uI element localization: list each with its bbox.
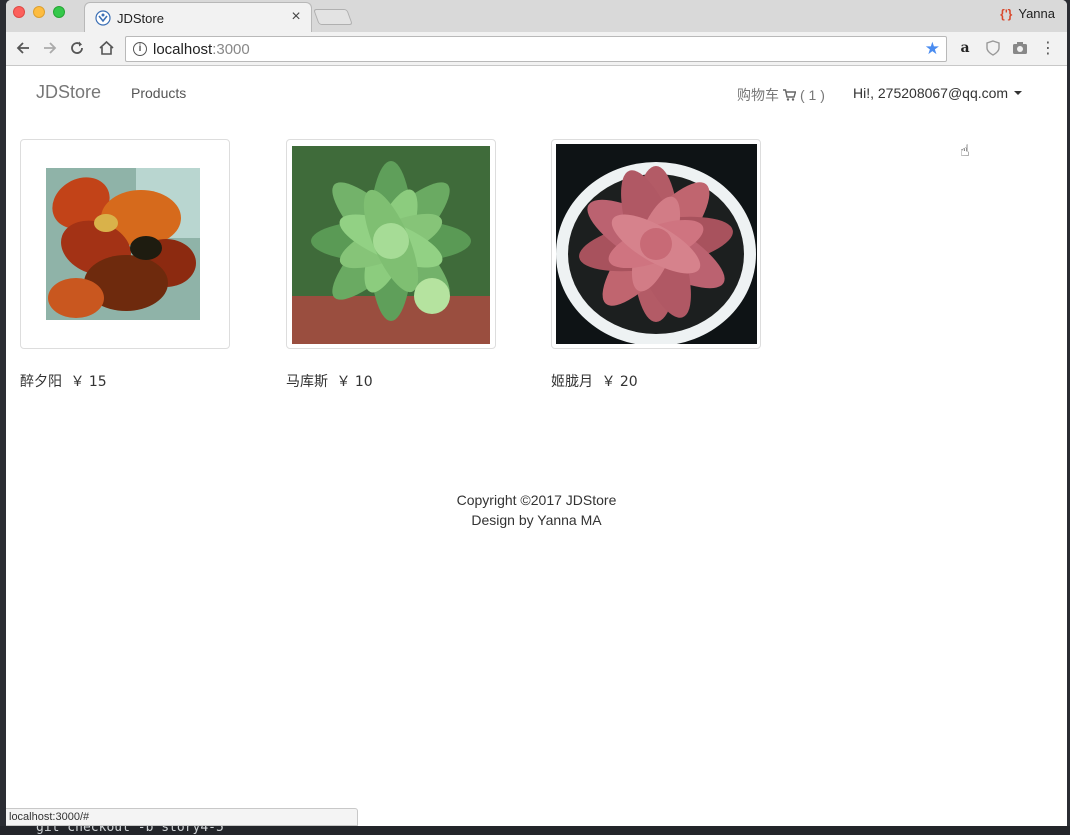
product-card[interactable]: 马库斯 ￥ 10: [286, 139, 496, 391]
back-arrow-icon: [16, 42, 29, 54]
product-price: ￥ 10: [336, 374, 373, 390]
hand-cursor-icon: ☝: [960, 143, 970, 160]
home-icon: [98, 40, 114, 55]
window-maximize-button[interactable]: [53, 6, 65, 18]
cart-label: 购物车: [737, 88, 779, 104]
tab-title: JDStore: [117, 11, 164, 26]
profile-name: Yanna: [1018, 6, 1055, 21]
shield-icon: [986, 40, 1000, 56]
tab-bar: JDStore × {'} Yanna: [6, 0, 1067, 32]
nav-products-link[interactable]: Products: [131, 85, 186, 101]
nav-cart-link[interactable]: 购物车 ( 1 ): [737, 85, 825, 105]
forward-arrow-icon: [44, 42, 57, 54]
footer-design-credit: Design by Yanna MA: [471, 512, 602, 528]
window-minimize-button[interactable]: [33, 6, 45, 18]
product-name: 醉夕阳: [20, 374, 62, 390]
product-price: ￥ 15: [70, 374, 107, 390]
product-image[interactable]: [551, 139, 761, 349]
bookmark-star-icon[interactable]: ★: [925, 39, 940, 59]
cart-count: ( 1 ): [800, 87, 825, 103]
product-image[interactable]: [286, 139, 496, 349]
tab-jdstore[interactable]: JDStore ×: [84, 2, 312, 32]
product-name: 马库斯: [286, 374, 328, 390]
product-price: ￥ 20: [601, 374, 638, 390]
reload-button[interactable]: [66, 37, 88, 59]
succulent-image-pink: [556, 144, 757, 344]
browser-toolbar: i localhost:3000 ★ a ⋮: [6, 32, 1067, 66]
site-navbar: JDStore Products 购物车 ( 1 ) Hi!, 27520806…: [6, 67, 1067, 119]
reload-icon: [71, 41, 83, 54]
status-bar-url: localhost:3000/#: [6, 808, 358, 826]
browser-window: JDStore × {'} Yanna i localhost:3000 ★ a…: [6, 0, 1067, 826]
caret-down-icon: [1014, 91, 1023, 95]
address-bar[interactable]: i localhost:3000 ★: [125, 36, 947, 62]
product-image[interactable]: [20, 139, 230, 349]
succulent-image-green: [292, 146, 490, 344]
brand-link[interactable]: JDStore: [36, 82, 101, 103]
forward-button[interactable]: [39, 37, 61, 59]
product-card[interactable]: 姬胧月 ￥ 20: [551, 139, 761, 391]
camera-icon: [1013, 42, 1027, 54]
camera-extension-icon[interactable]: [1011, 39, 1029, 57]
menu-kebab-icon[interactable]: ⋮: [1039, 39, 1057, 57]
product-name: 姬胧月: [551, 374, 593, 390]
url-text[interactable]: localhost:3000: [153, 41, 250, 58]
amazon-extension-icon[interactable]: a: [956, 39, 974, 57]
home-button[interactable]: [95, 37, 117, 59]
back-button[interactable]: [12, 37, 34, 59]
new-tab-button[interactable]: [313, 9, 353, 25]
window-close-button[interactable]: [13, 6, 25, 18]
user-dropdown[interactable]: Hi!, 275208067@qq.com: [853, 85, 1023, 101]
cart-icon: [783, 89, 796, 101]
product-caption: 姬胧月 ￥ 20: [551, 371, 761, 391]
favicon-icon: [95, 10, 111, 26]
tab-close-icon[interactable]: ×: [287, 8, 305, 26]
product-caption: 马库斯 ￥ 10: [286, 371, 496, 391]
profile-icon: {'}: [1000, 6, 1013, 21]
user-greeting: Hi!, 275208067@qq.com: [853, 85, 1009, 101]
page-content: JDStore Products 购物车 ( 1 ) Hi!, 27520806…: [6, 67, 1067, 826]
page-footer: Copyright ©2017 JDStore Design by Yanna …: [6, 490, 1067, 530]
profile-button[interactable]: {'} Yanna: [1000, 6, 1055, 21]
succulent-image-red: [46, 168, 200, 320]
product-card[interactable]: 醉夕阳 ￥ 15: [20, 139, 230, 391]
info-icon[interactable]: i: [133, 42, 147, 56]
footer-copyright: Copyright ©2017 JDStore: [456, 492, 617, 508]
shield-extension-icon[interactable]: [984, 39, 1002, 57]
product-caption: 醉夕阳 ￥ 15: [20, 371, 230, 391]
